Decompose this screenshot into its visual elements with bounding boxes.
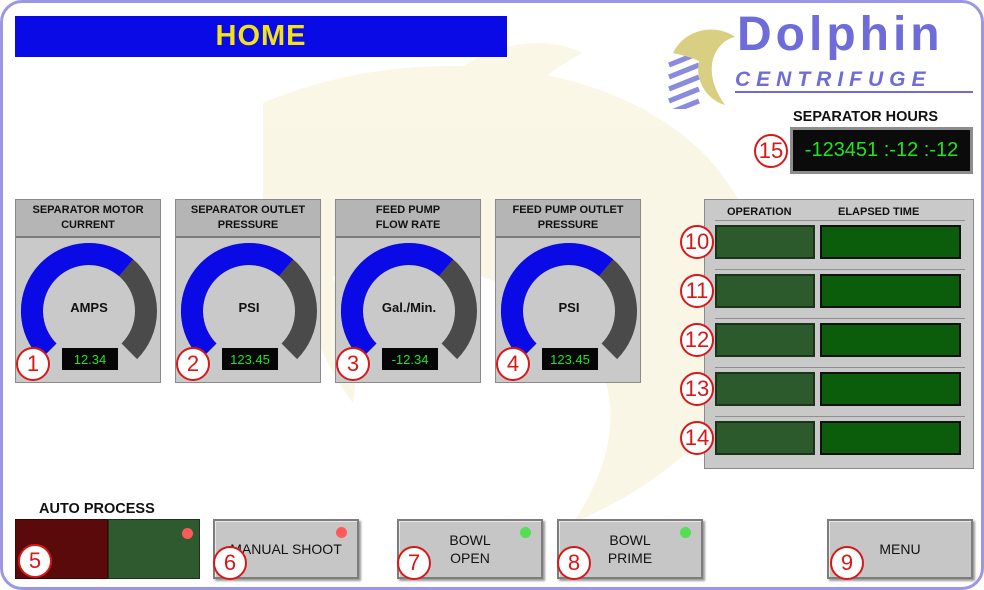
gauge-unit: PSI: [558, 300, 580, 315]
bowl-open-label: BOWL OPEN: [449, 532, 491, 566]
gauge-value: 123.45: [222, 348, 278, 370]
auto-process-label: AUTO PROCESS: [39, 501, 155, 517]
menu-label: MENU: [879, 541, 921, 557]
elapsed-time-display: [820, 323, 961, 357]
operation-button[interactable]: [715, 421, 815, 455]
gauge-value: 123.45: [542, 348, 598, 370]
hmi-screen: HOME Dolphin CENTRIFUGE SEPARATOR HOURS …: [0, 0, 984, 590]
callout-badge: 2: [176, 347, 210, 381]
callout-badge: 5: [18, 544, 52, 578]
operation-header: OPERATION: [727, 206, 792, 218]
operation-row: [705, 416, 975, 460]
gauge-title: FEED PUMP OUTLET PRESSURE: [496, 200, 640, 238]
elapsed-time-display: [820, 421, 961, 455]
elapsed-time-display: [820, 225, 961, 259]
operations-panel: OPERATION ELAPSED TIME: [704, 199, 974, 469]
manual-shoot-label: MANUAL SHOOT: [230, 541, 342, 557]
operation-button[interactable]: [715, 274, 815, 308]
separator-hours-label: SEPARATOR HOURS: [793, 109, 939, 125]
operation-button[interactable]: [715, 225, 815, 259]
separator-hours-display: -123451 :-12 :-12: [790, 127, 973, 174]
status-lamp-icon: [520, 527, 531, 538]
gauge-unit: Gal./Min.: [381, 300, 437, 315]
callout-badge: 15: [754, 134, 788, 168]
callout-badge: 6: [213, 546, 247, 580]
callout-badge: 12: [680, 323, 714, 357]
callout-badge: 8: [557, 546, 591, 580]
gauge-title: SEPARATOR OUTLET PRESSURE: [176, 200, 320, 238]
callout-badge: 9: [830, 546, 864, 580]
elapsed-time-display: [820, 372, 961, 406]
callout-badge: 13: [680, 372, 714, 406]
status-lamp-icon: [336, 527, 347, 538]
elapsed-time-display: [820, 274, 961, 308]
gauge-title: FEED PUMP FLOW RATE: [336, 200, 480, 238]
callout-badge: 7: [397, 546, 431, 580]
logo-name: Dolphin: [737, 8, 944, 61]
operation-button[interactable]: [715, 372, 815, 406]
operation-button[interactable]: [715, 323, 815, 357]
bowl-prime-label: BOWL PRIME: [607, 532, 653, 566]
gauge-value: -12.34: [382, 348, 438, 370]
callout-badge: 11: [680, 274, 714, 308]
callout-badge: 1: [16, 347, 50, 381]
operation-row: [705, 269, 975, 313]
callout-badge: 3: [336, 347, 370, 381]
callout-badge: 4: [496, 347, 530, 381]
auto-process-on-button[interactable]: [108, 519, 200, 579]
status-lamp-icon: [680, 527, 691, 538]
gauge-unit: PSI: [238, 300, 260, 315]
operation-row: [705, 367, 975, 411]
operation-row: [705, 220, 975, 264]
callout-badge: 14: [680, 421, 714, 455]
gauge-unit: AMPS: [70, 300, 108, 315]
operation-row: [705, 318, 975, 362]
page-title: HOME: [15, 16, 507, 57]
elapsed-time-header: ELAPSED TIME: [838, 206, 920, 218]
logo-subtitle: CENTRIFUGE: [735, 69, 973, 93]
gauge-value: 12.34: [62, 348, 118, 370]
gauge-title: SEPARATOR MOTOR CURRENT: [16, 200, 160, 238]
callout-badge: 10: [680, 225, 714, 259]
status-lamp-icon: [182, 528, 193, 539]
